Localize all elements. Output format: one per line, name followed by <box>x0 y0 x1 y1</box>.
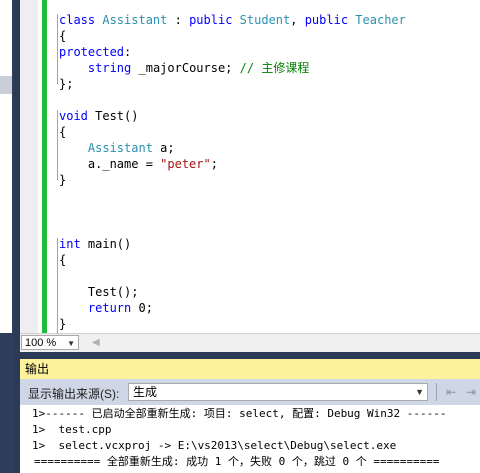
code-line[interactable]: { <box>59 28 66 44</box>
change-tracking-bar <box>42 0 47 333</box>
token-text: main() <box>80 237 132 251</box>
solution-panel-edge[interactable] <box>0 0 12 333</box>
code-line[interactable]: void Test() <box>59 108 138 124</box>
token-type: Assistant <box>102 13 168 27</box>
token-text: a._name = <box>59 157 161 171</box>
token-text: } <box>59 317 67 331</box>
token-text: Test() <box>87 109 139 123</box>
token-text: : <box>167 13 190 27</box>
token-text: }; <box>59 77 74 91</box>
token-text: ; <box>210 157 218 171</box>
editor-margin <box>20 0 38 333</box>
output-toolbar: 显示输出来源(S): 生成 ▼ ⇤ ⇥ <box>20 379 480 405</box>
token-kw: int <box>59 237 81 251</box>
outline-guide-class <box>57 14 58 84</box>
token-kw: class <box>59 13 96 27</box>
code-line[interactable]: { <box>59 252 66 268</box>
token-type: Teacher <box>355 13 406 27</box>
token-text: : <box>124 45 132 59</box>
panel-selection-marker <box>0 76 12 94</box>
token-kw: string <box>87 61 132 75</box>
outline-guide-test <box>57 110 58 180</box>
token-cmt: // 主修课程 <box>239 61 310 75</box>
token-text: Test(); <box>59 285 139 299</box>
output-line: 1> select.vcxproj -> E:\vs2013\select\De… <box>32 439 397 452</box>
source-label: 显示输出来源(S): <box>28 387 120 401</box>
toolbar-separator <box>436 383 437 401</box>
code-line[interactable]: protected: <box>59 44 131 60</box>
output-line: ========== 全部重新生成: 成功 1 个，失败 0 个，跳过 0 个 … <box>34 455 440 468</box>
editor-status-bar: 100 % ▼ ◀ <box>20 333 480 352</box>
chevron-down-icon[interactable]: ▼ <box>415 384 424 400</box>
code-line[interactable]: return 0; <box>59 300 153 316</box>
code-line[interactable]: { <box>59 124 66 140</box>
token-kw: return <box>87 301 132 315</box>
token-kw: void <box>59 109 88 123</box>
source-select[interactable]: 生成 ▼ <box>128 383 428 401</box>
zoom-value: 100 % <box>25 337 57 349</box>
token-kw: public <box>304 13 349 27</box>
code-line[interactable]: Assistant a; <box>59 140 175 156</box>
token-text: { <box>59 29 67 43</box>
token-text: , <box>290 13 305 27</box>
code-editor[interactable]: class Assistant : public Student, public… <box>20 0 480 333</box>
token-text: _majorCourse; <box>131 61 240 75</box>
code-line[interactable]: }; <box>59 76 73 92</box>
token-str: "peter" <box>160 157 211 171</box>
code-line[interactable]: } <box>59 172 66 188</box>
code-line[interactable]: int main() <box>59 236 131 252</box>
token-type: Student <box>239 13 291 27</box>
outline-guide-main <box>57 238 58 333</box>
code-line[interactable]: class Assistant : public Student, public… <box>59 12 406 28</box>
chevron-down-icon[interactable]: ▼ <box>67 336 75 351</box>
token-text: a; <box>152 141 175 155</box>
token-kw: protected <box>59 45 125 59</box>
code-line[interactable]: string _majorCourse; // 主修课程 <box>59 60 309 76</box>
go-to-next-message-icon[interactable]: ⇥ <box>462 384 480 400</box>
token-text: { <box>59 125 67 139</box>
scroll-left-icon[interactable]: ◀ <box>92 337 100 348</box>
token-kw: public <box>189 13 233 27</box>
token-text: } <box>59 173 67 187</box>
token-type: Assistant <box>87 141 153 155</box>
code-line[interactable]: } <box>59 316 66 332</box>
token-text: { <box>59 253 67 267</box>
zoom-dropdown[interactable]: 100 % ▼ <box>21 335 79 350</box>
source-select-value: 生成 <box>133 385 158 399</box>
go-to-previous-message-icon[interactable]: ⇤ <box>442 384 460 400</box>
code-line[interactable]: Test(); <box>59 284 139 300</box>
code-line[interactable]: a._name = "peter"; <box>59 156 218 172</box>
output-line: 1>------ 已启动全部重新生成: 项目: select, 配置: Debu… <box>32 407 447 420</box>
output-panel-title[interactable]: 输出 <box>20 359 480 379</box>
output-text-area[interactable]: 1>------ 已启动全部重新生成: 项目: select, 配置: Debu… <box>20 405 480 473</box>
token-text: 0; <box>131 301 153 315</box>
output-line: 1> test.cpp <box>32 423 112 436</box>
